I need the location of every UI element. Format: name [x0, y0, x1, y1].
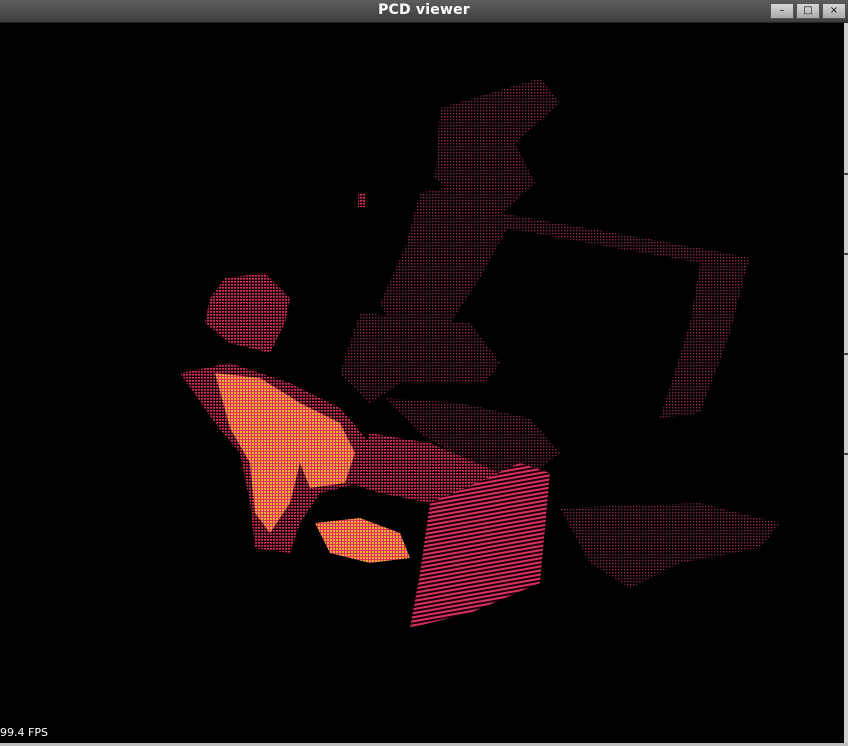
fps-counter: 99.4 FPS: [0, 726, 48, 739]
cloud-right-frame-side: [660, 263, 745, 418]
window-controls: – □ ×: [770, 3, 846, 19]
point-cloud-render: [180, 78, 780, 628]
cloud-warm-core: [215, 373, 355, 533]
title-bar[interactable]: PCD viewer – □ ×: [0, 0, 848, 23]
maximize-button[interactable]: □: [796, 3, 820, 19]
cloud-floor-right: [560, 503, 780, 588]
window-title: PCD viewer: [378, 2, 470, 18]
point-cloud-viewport[interactable]: [0, 23, 844, 743]
pcd-viewer-window: PCD viewer – □ × 99.4 FPS: [0, 0, 848, 746]
cloud-isolated-point: [358, 193, 366, 207]
close-button[interactable]: ×: [822, 3, 846, 19]
cloud-middle-top: [340, 313, 500, 403]
cloud-right-frame-top: [500, 213, 750, 273]
window-right-edge: [844, 23, 848, 746]
minimize-button[interactable]: –: [770, 3, 794, 19]
cloud-left-upper: [205, 273, 290, 353]
cloud-hot-patch: [315, 518, 410, 563]
